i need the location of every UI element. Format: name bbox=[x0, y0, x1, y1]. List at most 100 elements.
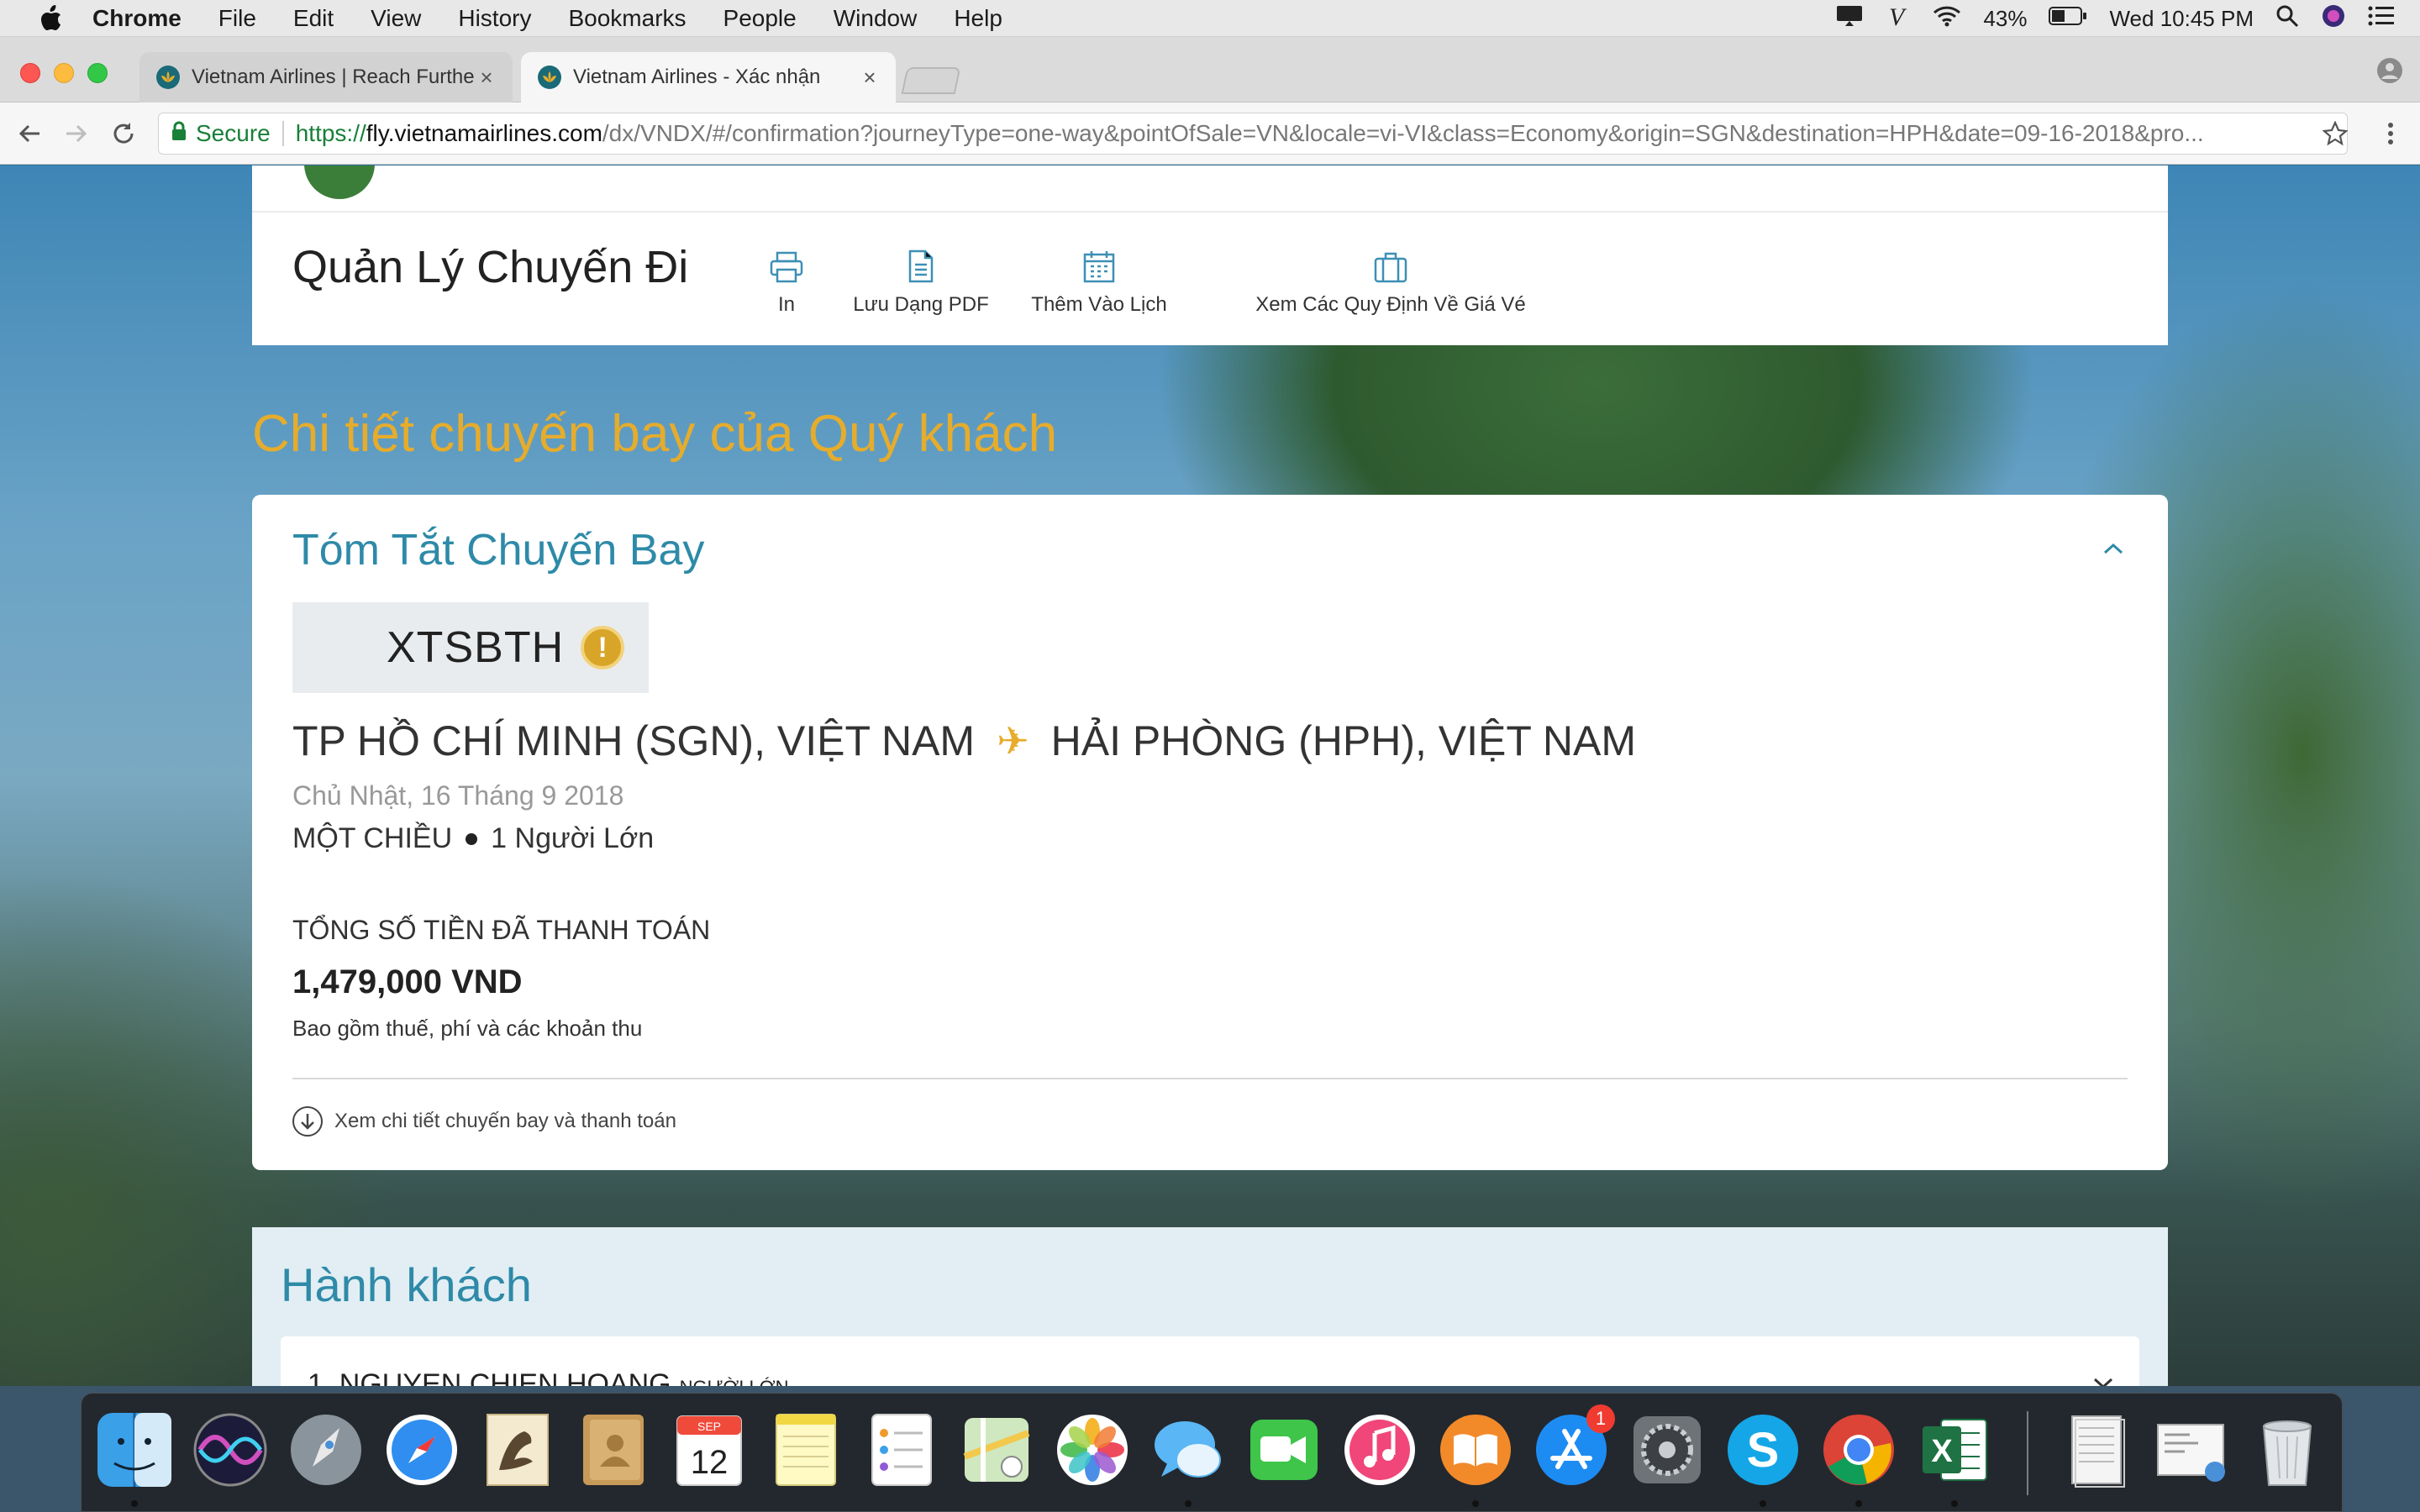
manage-trip-header: Quản Lý Chuyến Đi In Lưu Dạng PDF Thêm V… bbox=[252, 165, 2168, 345]
running-indicator bbox=[1185, 1500, 1192, 1507]
safari-icon[interactable] bbox=[380, 1408, 464, 1492]
window-close-button[interactable] bbox=[20, 63, 40, 83]
menu-people[interactable]: People bbox=[723, 5, 797, 32]
facetime-icon[interactable] bbox=[1242, 1408, 1326, 1492]
system-preferences-icon[interactable] bbox=[1625, 1408, 1709, 1492]
chrome-icon[interactable] bbox=[1817, 1408, 1901, 1492]
new-tab-button[interactable] bbox=[901, 67, 961, 94]
forward-button[interactable] bbox=[57, 114, 96, 153]
notes-icon[interactable] bbox=[763, 1408, 847, 1492]
tab-title: Vietnam Airlines | Reach Further bbox=[192, 66, 474, 88]
document-icon bbox=[908, 246, 934, 283]
print-button[interactable]: In bbox=[753, 246, 820, 317]
itunes-icon[interactable] bbox=[1338, 1408, 1422, 1492]
running-indicator bbox=[1855, 1500, 1862, 1507]
taxes-note: Bao gồm thuế, phí và các khoản thu bbox=[292, 1016, 643, 1041]
flight-summary-title: Tóm Tắt Chuyến Bay bbox=[292, 526, 705, 575]
notification-center-icon[interactable] bbox=[2368, 5, 2395, 33]
view-details-label: Xem chi tiết chuyến bay và thanh toán bbox=[334, 1110, 676, 1132]
menu-window[interactable]: Window bbox=[834, 5, 918, 32]
trip-type: MỘT CHIỀU bbox=[292, 822, 453, 854]
downloads-stack-icon[interactable] bbox=[2149, 1408, 2233, 1492]
save-pdf-button[interactable]: Lưu Dạng PDF bbox=[847, 246, 995, 317]
tab-close-icon[interactable]: × bbox=[857, 65, 882, 91]
window-zoom-button[interactable] bbox=[87, 63, 108, 83]
reload-button[interactable] bbox=[104, 114, 143, 153]
menu-clock[interactable]: Wed 10:45 PM bbox=[2109, 6, 2254, 32]
running-indicator bbox=[1472, 1500, 1479, 1507]
menu-view[interactable]: View bbox=[371, 5, 421, 32]
fare-rules-button[interactable]: Xem Các Quy Định Về Giá Vé bbox=[1252, 246, 1529, 317]
back-button[interactable] bbox=[10, 114, 49, 153]
secure-label[interactable]: Secure bbox=[196, 120, 271, 147]
window-minimize-button[interactable] bbox=[54, 63, 74, 83]
siri-icon[interactable] bbox=[188, 1408, 272, 1492]
trip-info: MỘT CHIỀU 1 Người Lớn bbox=[292, 822, 654, 855]
battery-icon[interactable] bbox=[2049, 5, 2087, 32]
tab-close-icon[interactable]: × bbox=[474, 65, 499, 91]
origin-city: TP HỒ CHÍ MINH (SGN), VIỆT NAM bbox=[292, 717, 976, 764]
menu-app-name[interactable]: Chrome bbox=[92, 5, 182, 32]
reminders-icon[interactable] bbox=[859, 1408, 943, 1492]
contacts-icon[interactable] bbox=[571, 1408, 655, 1492]
running-indicator bbox=[131, 1500, 138, 1507]
app-store-badge: 1 bbox=[1586, 1404, 1615, 1433]
warning-icon[interactable]: ! bbox=[581, 626, 625, 669]
lotus-favicon-icon bbox=[538, 66, 561, 89]
photos-icon[interactable] bbox=[1050, 1408, 1134, 1492]
passenger-name: 1. NGUYEN CHIEN HOANG NGƯỜI LỚN bbox=[308, 1368, 789, 1386]
calendar-month: SEP bbox=[697, 1420, 721, 1433]
profile-icon[interactable] bbox=[2376, 57, 2403, 88]
lock-icon[interactable] bbox=[171, 120, 187, 147]
menu-help[interactable]: Help bbox=[954, 5, 1002, 32]
wifi-icon[interactable] bbox=[1933, 5, 1961, 33]
dock-separator bbox=[2027, 1411, 2028, 1495]
calendar-day: 12 bbox=[691, 1444, 729, 1481]
mail-icon[interactable] bbox=[476, 1408, 560, 1492]
menu-edit[interactable]: Edit bbox=[293, 5, 334, 32]
menu-history[interactable]: History bbox=[458, 5, 531, 32]
chevron-down-icon[interactable] bbox=[2092, 1377, 2114, 1386]
menu-file[interactable]: File bbox=[218, 5, 256, 32]
address-bar[interactable]: Secure https:// fly.vietnamairlines.com … bbox=[158, 113, 2348, 155]
vivaldi-icon[interactable]: V bbox=[1886, 3, 1911, 34]
passenger-type: NGƯỜI LỚN bbox=[680, 1377, 789, 1386]
chevron-up-icon[interactable] bbox=[2102, 542, 2124, 559]
url-path: /dx/VNDX/#/confirmation?journeyType=one-… bbox=[602, 120, 2204, 146]
calendar-icon bbox=[1082, 246, 1116, 283]
bookmark-star-icon[interactable] bbox=[2316, 114, 2354, 153]
spotlight-icon[interactable] bbox=[2275, 4, 2299, 34]
flight-details-heading: Chi tiết chuyến bay của Quý khách bbox=[252, 405, 1058, 463]
luggage-icon bbox=[1374, 246, 1407, 283]
flight-summary-card: Tóm Tắt Chuyến Bay XTSBTH ! TP HỒ CHÍ MI… bbox=[252, 495, 2168, 1170]
messages-icon[interactable] bbox=[1146, 1408, 1230, 1492]
skype-icon[interactable]: S bbox=[1721, 1408, 1805, 1492]
trash-icon[interactable] bbox=[2245, 1408, 2329, 1492]
ibooks-icon[interactable] bbox=[1434, 1408, 1518, 1492]
excel-icon[interactable]: X bbox=[1912, 1408, 1996, 1492]
site-top-strip bbox=[252, 165, 2168, 213]
destination-city: HẢI PHÒNG (HPH), VIỆT NAM bbox=[1050, 717, 1637, 764]
view-details-link[interactable]: Xem chi tiết chuyến bay và thanh toán bbox=[292, 1106, 676, 1137]
fare-rules-label: Xem Các Quy Định Về Giá Vé bbox=[1255, 293, 1526, 316]
tab-vietnam-airlines-confirmation[interactable]: Vietnam Airlines - Xác nhận × bbox=[521, 52, 896, 102]
calendar-app-icon[interactable]: SEP 12 bbox=[667, 1408, 751, 1492]
maps-icon[interactable] bbox=[955, 1408, 1039, 1492]
passenger-fullname: 1. NGUYEN CHIEN HOANG bbox=[308, 1368, 671, 1386]
chrome-menu-icon[interactable] bbox=[2371, 114, 2410, 153]
omnibox-separator bbox=[281, 121, 284, 146]
apple-menu-icon[interactable] bbox=[34, 4, 67, 33]
finder-icon[interactable] bbox=[92, 1408, 176, 1492]
launchpad-icon[interactable] bbox=[284, 1408, 368, 1492]
menu-bookmarks[interactable]: Bookmarks bbox=[568, 5, 686, 32]
passenger-row[interactable]: 1. NGUYEN CHIEN HOANG NGƯỜI LỚN bbox=[281, 1336, 2139, 1386]
tab-title: Vietnam Airlines - Xác nhận bbox=[573, 66, 821, 88]
flight-date: Chủ Nhật, 16 Tháng 9 2018 bbox=[292, 780, 624, 811]
battery-percent: 43% bbox=[1983, 5, 2028, 31]
running-indicator bbox=[1760, 1500, 1766, 1507]
add-to-calendar-button[interactable]: Thêm Vào Lịch bbox=[1020, 246, 1178, 317]
documents-stack-icon[interactable] bbox=[2054, 1408, 2138, 1492]
siri-menu-icon[interactable] bbox=[2321, 3, 2346, 34]
tab-vietnam-airlines-home[interactable]: Vietnam Airlines | Reach Further × bbox=[139, 52, 513, 102]
display-icon[interactable] bbox=[1835, 4, 1864, 34]
